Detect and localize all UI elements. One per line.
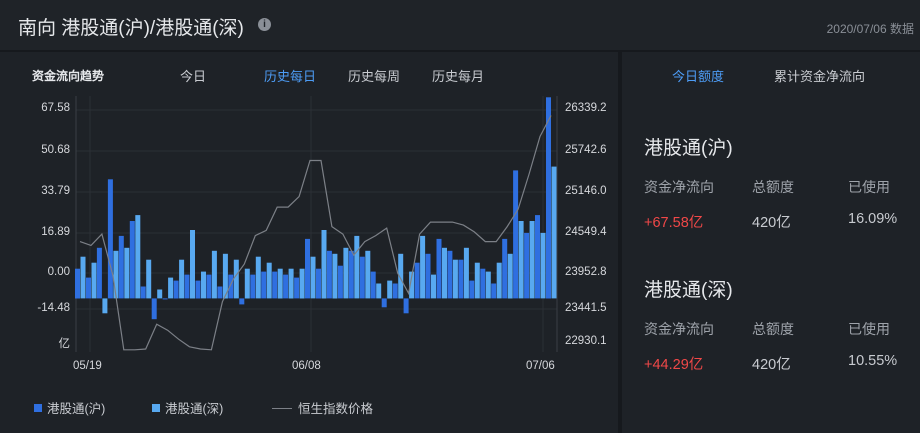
y-right-tick: 25742.6	[565, 144, 607, 156]
legend-label: 港股通(深)	[165, 402, 224, 416]
tab-today[interactable]: 今日	[180, 66, 206, 85]
tab-history-daily[interactable]: 历史每日	[264, 66, 316, 85]
x-tick: 05/19	[73, 360, 102, 372]
y-left-tick: -14.48	[37, 302, 70, 314]
tab-history-weekly[interactable]: 历史每周	[348, 66, 400, 85]
sh-net-flow-value: +67.58亿	[644, 215, 704, 231]
y-right-tick: 23952.8	[565, 266, 607, 278]
y-right-tick: 22930.1	[565, 335, 607, 347]
section-title-sz: 港股通(深)	[644, 280, 733, 301]
section-title-sh: 港股通(沪)	[644, 138, 733, 159]
legend-label: 恒生指数价格	[298, 402, 374, 416]
y-left-tick: 亿	[58, 338, 71, 350]
y-left-tick: 67.58	[41, 102, 70, 114]
y-right-tick: 26339.2	[565, 102, 607, 114]
col-header-used: 已使用	[848, 321, 890, 337]
legend-swatch	[152, 404, 160, 412]
col-header-net-flow: 资金净流向	[644, 179, 714, 195]
tab-today-quota[interactable]: 今日额度	[672, 66, 724, 85]
tab-history-monthly[interactable]: 历史每月	[432, 66, 484, 85]
y-left-tick: 50.68	[41, 144, 70, 156]
x-tick: 06/08	[292, 360, 321, 372]
col-header-total-quota: 总额度	[752, 321, 794, 337]
quota-panel	[622, 52, 920, 433]
flow-trend-title: 资金流向趋势	[32, 69, 105, 83]
legend-item-sz[interactable]: 港股通(深)	[152, 398, 223, 417]
sh-used-value: 16.09%	[848, 211, 898, 227]
col-header-total-quota: 总额度	[752, 179, 794, 195]
y-left-tick: 33.79	[41, 185, 70, 197]
sz-used-value: 10.55%	[848, 353, 898, 369]
flow-trend-panel	[0, 52, 618, 433]
sz-net-flow-value: +44.29亿	[644, 357, 704, 373]
y-left-tick: 0.00	[47, 266, 70, 278]
tab-cumulative-net-flow[interactable]: 累计资金净流向	[774, 66, 865, 85]
legend-line	[272, 408, 292, 409]
col-header-used: 已使用	[848, 179, 890, 195]
legend-item-index[interactable]: 恒生指数价格	[272, 398, 373, 417]
page-title: 南向 港股通(沪)/港股通(深)	[18, 18, 244, 39]
legend-swatch	[34, 404, 42, 412]
y-right-tick: 25146.0	[565, 185, 607, 197]
y-right-tick: 23441.5	[565, 302, 607, 314]
info-icon[interactable]: i	[258, 18, 271, 31]
y-right-tick: 24549.4	[565, 226, 607, 238]
x-tick: 07/06	[526, 360, 555, 372]
legend-item-sh[interactable]: 港股通(沪)	[34, 398, 105, 417]
data-date: 2020/07/06 数据	[826, 22, 914, 36]
legend-label: 港股通(沪)	[47, 402, 106, 416]
sz-quota-value: 420亿	[752, 357, 791, 373]
col-header-net-flow: 资金净流向	[644, 321, 714, 337]
sh-quota-value: 420亿	[752, 215, 791, 231]
y-left-tick: 16.89	[41, 226, 70, 238]
